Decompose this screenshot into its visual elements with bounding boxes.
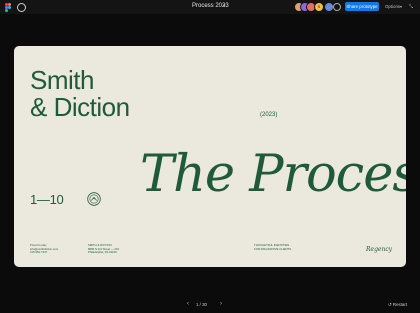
page-indicator: 1 / 30 bbox=[196, 302, 207, 307]
avatar[interactable]: S bbox=[314, 2, 324, 12]
chevron-right-icon[interactable]: › bbox=[220, 301, 222, 307]
options-button[interactable]: Options bbox=[385, 2, 400, 11]
slide-headline: The Process bbox=[140, 145, 406, 204]
year-label: (2023) bbox=[260, 112, 278, 118]
brand-line-2: & Diction bbox=[30, 92, 130, 122]
seal-icon bbox=[87, 192, 101, 206]
footer-signature: Regency bbox=[366, 246, 393, 253]
footer-line: 215.681.7447 bbox=[30, 250, 48, 255]
collapse-icon[interactable]: ⤡ bbox=[409, 4, 413, 10]
range-label: 1—10 bbox=[30, 192, 64, 207]
restart-label: Restart bbox=[392, 302, 408, 307]
restart-button[interactable]: ↺ Restart bbox=[388, 302, 407, 308]
brand-line-1: Smith bbox=[30, 65, 94, 95]
chevron-left-icon[interactable]: ‹ bbox=[187, 301, 189, 307]
footer-address: SMITH & DICTION 8680 N 3rd Street — 201 … bbox=[88, 243, 119, 255]
comment-icon[interactable] bbox=[17, 3, 26, 12]
top-toolbar: Process 2023 ▾ S Share prototype Options… bbox=[0, 0, 420, 14]
share-prototype-button[interactable]: Share prototype bbox=[345, 2, 379, 11]
footer-line: Philadelphia, PA 19106 bbox=[88, 250, 117, 255]
presentation-slide: Smith & Diction (2023) 1—10 The Process … bbox=[14, 46, 406, 267]
footer-tagline: THOUGHTFUL IDENTITIES FOR IMAGINATIVE CL… bbox=[254, 243, 292, 251]
figma-logo-icon[interactable] bbox=[5, 3, 11, 12]
chevron-down-icon[interactable]: ▾ bbox=[400, 2, 402, 11]
footer-line: FOR IMAGINATIVE CLIENTS bbox=[254, 246, 292, 251]
share-icon[interactable] bbox=[333, 3, 341, 11]
chevron-down-icon[interactable]: ▾ bbox=[223, 3, 226, 9]
brand-wordmark: Smith & Diction bbox=[30, 67, 130, 121]
footer-contact: Proud to play info@smithdiction.com 215.… bbox=[30, 243, 58, 255]
slide-pager: ‹ 1 / 30 › bbox=[187, 301, 222, 307]
